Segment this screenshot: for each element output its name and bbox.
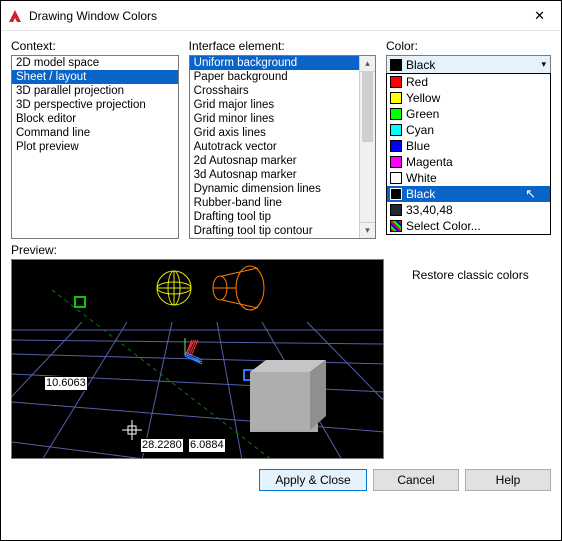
interface-item[interactable]: Dynamic dimension lines — [190, 182, 359, 196]
swatch-icon — [390, 188, 402, 200]
content-area: Context: 2D model space Sheet / layout 3… — [1, 31, 561, 540]
context-item[interactable]: Plot preview — [12, 140, 178, 154]
cursor-icon: ↖ — [525, 186, 536, 202]
color-combobox[interactable]: Black ▾ — [386, 55, 551, 75]
swatch-icon — [390, 140, 402, 152]
interface-item[interactable]: Paper background — [190, 70, 359, 84]
interface-item[interactable]: Drafting tool tip contour — [190, 224, 359, 238]
context-listbox[interactable]: 2D model space Sheet / layout 3D paralle… — [11, 55, 179, 239]
app-logo-icon — [7, 8, 23, 24]
drafting-tooltip: 6.0884 — [188, 438, 226, 453]
color-dropdown[interactable]: Red Yellow Green Cyan Blue Magenta White… — [386, 73, 551, 235]
interface-item[interactable]: Grid axis lines — [190, 126, 359, 140]
preview-label: Preview: — [11, 243, 551, 257]
interface-scrollbar[interactable]: ▴ ▾ — [359, 56, 375, 238]
swatch-icon — [390, 124, 402, 136]
color-option-green[interactable]: Green — [387, 106, 550, 122]
scroll-down-icon[interactable]: ▾ — [360, 222, 375, 238]
interface-item[interactable]: Crosshairs — [190, 84, 359, 98]
interface-label: Interface element: — [189, 39, 376, 53]
color-option-black[interactable]: Black ↖ — [387, 186, 550, 202]
context-label: Context: — [11, 39, 179, 53]
chevron-down-icon: ▾ — [541, 59, 546, 70]
context-item[interactable]: 2D model space — [12, 56, 178, 70]
crosshair-icon — [122, 420, 142, 443]
scroll-thumb[interactable] — [362, 72, 373, 142]
interface-item[interactable]: Drafting tool tip — [190, 210, 359, 224]
context-item[interactable]: 3D parallel projection — [12, 84, 178, 98]
drafting-tooltip: 28.2280 — [140, 438, 184, 453]
cancel-button[interactable]: Cancel — [373, 469, 459, 491]
close-button[interactable]: ✕ — [526, 4, 553, 28]
restore-classic-visible-label: Restore classic colors — [412, 268, 529, 282]
interface-item[interactable]: 2d Autosnap marker — [190, 154, 359, 168]
color-option-cyan[interactable]: Cyan — [387, 122, 550, 138]
marker-icon — [74, 296, 86, 308]
color-option-yellow[interactable]: Yellow — [387, 90, 550, 106]
color-option-select[interactable]: Select Color... — [387, 218, 550, 234]
color-option-blue[interactable]: Blue — [387, 138, 550, 154]
color-option-magenta[interactable]: Magenta — [387, 154, 550, 170]
interface-item[interactable]: Rubber-band line — [190, 196, 359, 210]
color-option-red[interactable]: Red — [387, 74, 550, 90]
color-option-white[interactable]: White — [387, 170, 550, 186]
interface-item[interactable]: Autotrack vector — [190, 140, 359, 154]
dialog-footer: Apply & Close Cancel Help — [11, 459, 551, 491]
context-item[interactable]: Sheet / layout — [12, 70, 178, 84]
preview-pane: 10.6063 28.2280 6.0884 — [11, 259, 384, 459]
color-label: Color: — [386, 39, 551, 53]
dialog-window: Drawing Window Colors ✕ Context: 2D mode… — [0, 0, 562, 541]
scroll-up-icon[interactable]: ▴ — [360, 56, 375, 72]
interface-listbox[interactable]: Uniform background Paper background Cros… — [189, 55, 376, 239]
context-item[interactable]: Block editor — [12, 112, 178, 126]
swatch-icon — [390, 172, 402, 184]
color-option-dark[interactable]: 33,40,48 — [387, 202, 550, 218]
interface-item[interactable]: 3d Autosnap marker — [190, 168, 359, 182]
interface-item[interactable]: Uniform background — [190, 56, 359, 70]
context-item[interactable]: 3D perspective projection — [12, 98, 178, 112]
swatch-icon — [390, 204, 402, 216]
drafting-tooltip: 10.6063 — [44, 376, 88, 391]
titlebar: Drawing Window Colors ✕ — [1, 1, 561, 31]
combo-selected-label: Black — [406, 58, 435, 72]
context-item[interactable]: Command line — [12, 126, 178, 140]
help-button[interactable]: Help — [465, 469, 551, 491]
cube-shape-icon — [250, 372, 318, 432]
swatch-icon — [390, 76, 402, 88]
interface-item[interactable]: Grid minor lines — [190, 112, 359, 126]
swatch-icon — [390, 220, 402, 232]
apply-close-button[interactable]: Apply & Close — [259, 469, 367, 491]
swatch-icon — [390, 108, 402, 120]
interface-item[interactable]: Grid major lines — [190, 98, 359, 112]
combo-swatch-icon — [390, 59, 402, 71]
swatch-icon — [390, 156, 402, 168]
swatch-icon — [390, 92, 402, 104]
window-title: Drawing Window Colors — [29, 9, 526, 23]
